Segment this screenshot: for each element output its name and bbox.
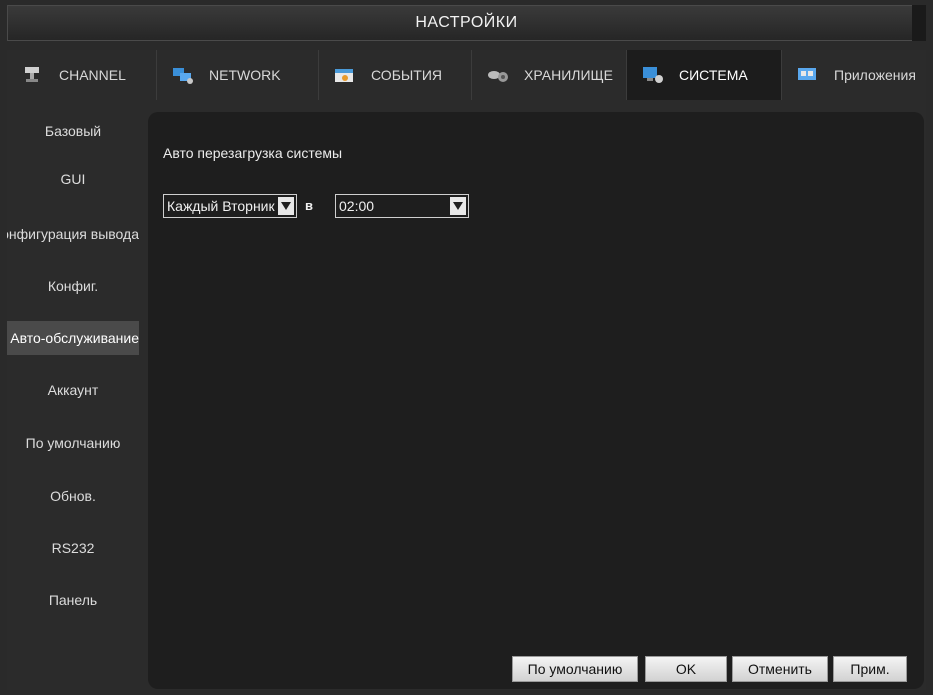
tab-label: ХРАНИЛИЩЕ [524, 67, 613, 83]
storage-icon [488, 71, 508, 82]
reboot-time-value: 02:00 [339, 198, 375, 214]
sidebar-item-config[interactable]: Конфиг. [7, 269, 139, 303]
default-button[interactable]: По умолчанию [512, 656, 638, 682]
sidebar-item-update[interactable]: Обнов. [7, 479, 139, 513]
tab-label: СОБЫТИЯ [371, 67, 442, 83]
network-icon [173, 68, 193, 84]
conjunction-label: в [305, 198, 313, 213]
events-icon [335, 69, 353, 82]
sidebar-item-label: Конфигурация вывода [7, 226, 139, 242]
sidebar-item-auto-maintenance[interactable]: Авто-обслуживание [7, 321, 139, 355]
reboot-time-select[interactable]: 02:00 [335, 194, 469, 218]
sidebar-item-label: Базовый [44, 123, 102, 139]
apply-button[interactable]: Прим. [833, 656, 907, 682]
tab-network[interactable]: NETWORK [157, 50, 319, 100]
tab-label: СИСТЕМА [679, 67, 748, 83]
sidebar-item-label: Панель [48, 592, 98, 608]
tab-label: CHANNEL [59, 67, 126, 83]
cancel-button[interactable]: Отменить [732, 656, 828, 682]
sidebar-item-account[interactable]: Аккаунт [7, 373, 139, 407]
camera-icon [25, 67, 39, 82]
apps-icon [798, 68, 816, 80]
chevron-down-icon[interactable] [450, 197, 466, 215]
tab-events[interactable]: СОБЫТИЯ [319, 50, 472, 100]
title-corner [912, 5, 926, 41]
tab-channel[interactable]: CHANNEL [7, 50, 157, 100]
auto-reboot-heading: Авто перезагрузка системы [163, 145, 343, 161]
reboot-day-value: Каждый Вторник [167, 198, 275, 214]
sidebar-item-label: По умолчанию [25, 435, 121, 451]
tab-label: Приложения [834, 67, 916, 83]
sidebar-item-output-config[interactable]: Конфигурация вывода [7, 217, 139, 251]
sidebar-item-gui[interactable]: GUI [7, 162, 139, 196]
sidebar-item-label: Авто-обслуживание [10, 330, 139, 346]
sidebar-item-basic[interactable]: Базовый [7, 114, 139, 148]
tab-storage[interactable]: ХРАНИЛИЩЕ [472, 50, 627, 100]
chevron-down-icon[interactable] [278, 197, 294, 215]
sidebar-item-panel[interactable]: Панель [7, 583, 139, 617]
system-icon [643, 67, 663, 83]
tab-system[interactable]: СИСТЕМА [627, 50, 782, 100]
sidebar-item-label: Аккаунт [47, 382, 99, 398]
sidebar-item-label: Обнов. [50, 488, 96, 504]
tab-label: NETWORK [209, 67, 281, 83]
sidebar-item-label: Конфиг. [47, 278, 99, 294]
sidebar-item-rs232[interactable]: RS232 [7, 531, 139, 565]
tab-apps[interactable]: Приложения [782, 50, 926, 100]
sidebar-item-label: GUI [60, 171, 86, 187]
window-title-bar: НАСТРОЙКИ [7, 5, 926, 41]
window-title: НАСТРОЙКИ [415, 14, 518, 31]
sidebar-item-label: RS232 [51, 540, 95, 556]
sidebar: Базовый GUI Конфигурация вывода Конфиг. … [7, 100, 139, 690]
sidebar-item-default[interactable]: По умолчанию [7, 426, 139, 460]
ok-button[interactable]: OK [645, 656, 727, 682]
reboot-day-select[interactable]: Каждый Вторник [163, 194, 297, 218]
tab-bar: CHANNEL NETWORK СОБЫТИЯ ХРАНИЛИЩЕ СИСТЕМ… [7, 50, 926, 100]
